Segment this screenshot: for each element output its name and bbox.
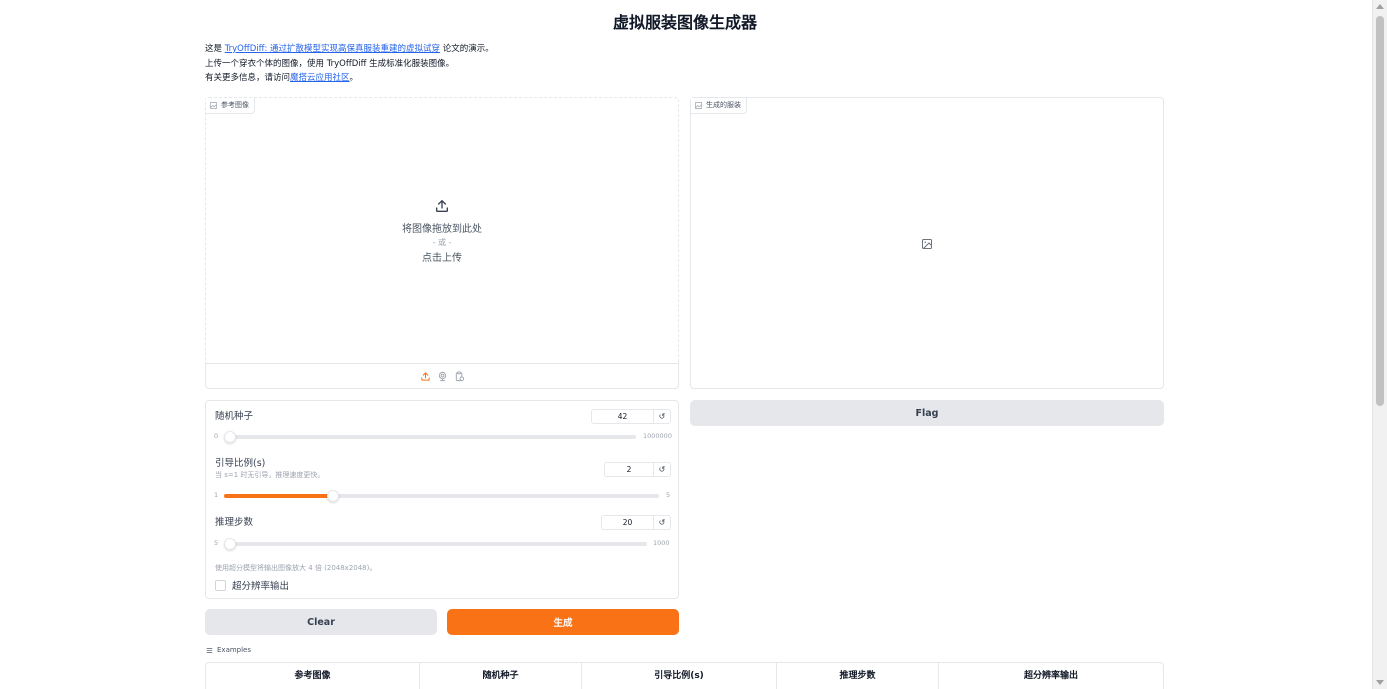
seed-slider[interactable] — [224, 431, 636, 443]
upload-source-button[interactable] — [420, 367, 431, 386]
upload-icon — [420, 371, 430, 381]
app-page: 虚拟服装图像生成器 这是 TryOffDiff: 通过扩散模型实现高保真服装重建… — [0, 0, 1387, 689]
description-text: 论文的演示。 — [440, 44, 494, 54]
or-text: - 或 - — [432, 238, 452, 247]
examples-header-seed: 随机种子 — [420, 663, 582, 689]
clipboard-source-button[interactable] — [454, 367, 465, 386]
click-upload-text: 点击上传 — [422, 253, 462, 264]
steps-value[interactable]: 20 — [602, 516, 653, 529]
scroll-down-icon[interactable] — [1376, 680, 1384, 685]
reset-icon: ↺ — [658, 412, 666, 421]
seed-number-input: 42 ↺ — [591, 409, 671, 424]
examples-table: 参考图像 随机种子 引导比例(s) 推理步数 超分辨率输出 — [205, 662, 1164, 689]
community-link[interactable]: 魔搭云应用社区 — [290, 73, 350, 83]
guidance-slider-fill — [224, 494, 333, 498]
page-title: 虚拟服装图像生成器 — [612, 13, 757, 32]
guidance-slider[interactable] — [224, 490, 659, 502]
description: 这是 TryOffDiff: 通过扩散模型实现高保真服装重建的虚拟试穿 论文的演… — [205, 42, 494, 86]
description-line-1: 这是 TryOffDiff: 通过扩散模型实现高保真服装重建的虚拟试穿 论文的演… — [205, 42, 494, 57]
seed-max: 1000000 — [643, 432, 672, 440]
webcam-icon — [438, 371, 446, 381]
webcam-source-button[interactable] — [437, 367, 448, 386]
image-placeholder-icon — [922, 239, 932, 249]
examples-label: Examples — [206, 646, 251, 654]
examples-header-image: 参考图像 — [206, 663, 420, 689]
description-line-3: 有关更多信息，请访问魔搭云应用社区。 — [205, 71, 494, 86]
superres-checkbox[interactable] — [215, 579, 226, 591]
examples-header-guidance: 引导比例(s) — [582, 663, 777, 689]
clipboard-icon — [455, 370, 464, 381]
seed-slider-thumb[interactable] — [224, 431, 236, 443]
guidance-value[interactable]: 2 — [605, 463, 653, 476]
description-line-2: 上传一个穿衣个体的图像，使用 TryOffDiff 生成标准化服装图像。 — [205, 58, 455, 69]
input-panel-label: 参考图像 — [206, 98, 255, 114]
seed-label: 随机种子 — [215, 411, 254, 422]
examples-header-steps: 推理步数 — [777, 663, 939, 689]
description-text: 这是 — [205, 44, 225, 54]
image-upload-dropzone[interactable]: 参考图像 将图像拖放到此处 - 或 - 点击上传 — [205, 97, 679, 363]
settings-block: 随机种子 42 ↺ 0 1000000 引导比例(s) 当 s=1 时无引导，推… — [205, 400, 679, 599]
flag-button[interactable]: Flag — [690, 400, 1164, 426]
image-icon — [695, 102, 702, 109]
output-panel-label-text: 生成的服装 — [706, 101, 741, 109]
upload-source-toolbar — [205, 363, 679, 389]
examples-label-text: Examples — [217, 646, 252, 654]
steps-slider[interactable] — [224, 538, 647, 550]
steps-number-input: 20 ↺ — [601, 515, 671, 530]
upload-prompt[interactable]: 将图像拖放到此处 - 或 - 点击上传 — [206, 198, 678, 264]
seed-reset-button[interactable]: ↺ — [653, 410, 670, 423]
examples-header-superres: 超分辨率输出 — [1023, 671, 1078, 681]
reset-icon: ↺ — [658, 518, 666, 527]
steps-max: 1000 — [653, 539, 670, 547]
guidance-label: 引导比例(s) — [215, 458, 266, 469]
reset-icon: ↺ — [658, 465, 666, 474]
superres-info: 使用超分模型将输出图像放大 4 倍 (2048x2048)。 — [215, 564, 377, 572]
steps-reset-button[interactable]: ↺ — [653, 516, 670, 529]
output-panel-label: 生成的服装 — [691, 98, 747, 114]
input-panel-label-text: 参考图像 — [221, 101, 249, 109]
clear-button[interactable]: Clear — [205, 609, 437, 635]
scrollbar-thumb[interactable] — [1376, 16, 1384, 406]
steps-min: 5 — [214, 539, 219, 547]
scroll-up-icon[interactable] — [1376, 4, 1384, 9]
superres-label: 超分辨率输出 — [232, 581, 290, 592]
seed-min: 0 — [214, 432, 219, 440]
description-text: 有关更多信息，请访问 — [205, 73, 291, 83]
image-icon — [210, 102, 217, 109]
guidance-slider-thumb[interactable] — [326, 490, 339, 502]
paper-link[interactable]: TryOffDiff: 通过扩散模型实现高保真服装重建的虚拟试穿 — [225, 44, 440, 54]
guidance-min: 1 — [214, 491, 219, 499]
guidance-reset-button[interactable]: ↺ — [653, 463, 670, 476]
upload-icon — [436, 200, 448, 212]
output-image-panel: 生成的服装 — [690, 97, 1164, 389]
description-text: 。 — [349, 73, 359, 83]
guidance-number-input: 2 ↺ — [604, 462, 671, 477]
guidance-max: 5 — [666, 491, 671, 499]
steps-label: 推理步数 — [215, 517, 254, 528]
seed-value[interactable]: 42 — [592, 410, 653, 423]
page-scrollbar[interactable] — [1372, 0, 1387, 689]
list-icon — [206, 647, 213, 653]
generate-button[interactable]: 生成 — [447, 609, 679, 635]
guidance-info: 当 s=1 时无引导，推理速度更快。 — [215, 471, 325, 479]
drop-text: 将图像拖放到此处 — [402, 224, 482, 235]
steps-slider-thumb[interactable] — [224, 538, 237, 550]
superres-option[interactable]: 超分辨率输出 — [215, 578, 289, 592]
